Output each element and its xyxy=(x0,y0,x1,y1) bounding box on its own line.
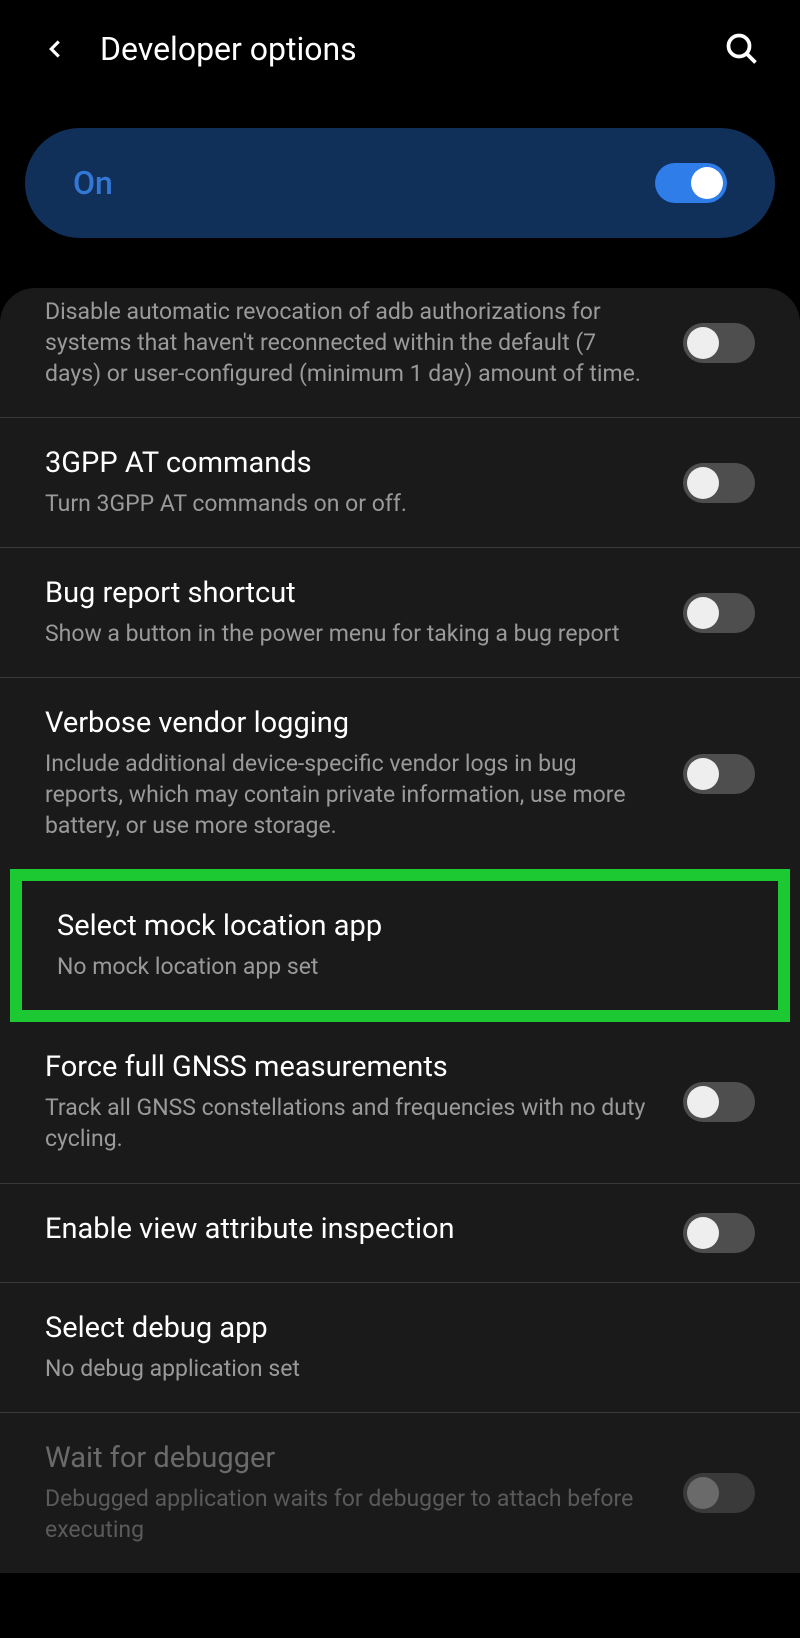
setting-3gpp-at[interactable]: 3GPP AT commands Turn 3GPP AT commands o… xyxy=(0,418,800,548)
setting-view-attribute[interactable]: Enable view attribute inspection xyxy=(0,1184,800,1283)
setting-subtitle: Debugged application waits for debugger … xyxy=(45,1483,653,1545)
toggle-switch xyxy=(683,1473,755,1513)
setting-subtitle: Turn 3GPP AT commands on or off. xyxy=(45,488,653,519)
main-toggle-switch[interactable] xyxy=(655,163,727,203)
setting-text: Wait for debugger Debugged application w… xyxy=(45,1441,653,1545)
toggle-thumb xyxy=(687,758,719,790)
setting-text: Disable automatic revocation of adb auth… xyxy=(45,296,653,389)
setting-title: Select mock location app xyxy=(57,909,743,943)
setting-subtitle: Track all GNSS constellations and freque… xyxy=(45,1092,653,1154)
search-icon xyxy=(724,31,760,67)
highlight-box: Select mock location app No mock locatio… xyxy=(10,869,790,1022)
setting-mock-location[interactable]: Select mock location app No mock locatio… xyxy=(22,881,778,1010)
setting-title: Force full GNSS measurements xyxy=(45,1050,653,1084)
toggle-thumb xyxy=(687,327,719,359)
settings-list: Disable automatic revocation of adb auth… xyxy=(0,288,800,1573)
setting-text: Enable view attribute inspection xyxy=(45,1212,653,1254)
setting-force-gnss[interactable]: Force full GNSS measurements Track all G… xyxy=(0,1022,800,1183)
setting-title: Enable view attribute inspection xyxy=(45,1212,653,1246)
setting-subtitle: Disable automatic revocation of adb auth… xyxy=(45,296,653,389)
main-toggle-label: On xyxy=(73,164,113,202)
toggle-switch[interactable] xyxy=(683,323,755,363)
toggle-thumb xyxy=(687,597,719,629)
toggle-thumb xyxy=(687,1086,719,1118)
toggle-switch[interactable] xyxy=(683,463,755,503)
header: Developer options xyxy=(0,0,800,98)
toggle-switch[interactable] xyxy=(683,754,755,794)
setting-adb-revocation[interactable]: Disable automatic revocation of adb auth… xyxy=(0,288,800,418)
setting-title: Wait for debugger xyxy=(45,1441,653,1475)
chevron-left-icon xyxy=(40,34,70,64)
search-button[interactable] xyxy=(724,31,760,67)
setting-title: Select debug app xyxy=(45,1311,755,1345)
setting-text: 3GPP AT commands Turn 3GPP AT commands o… xyxy=(45,446,653,519)
setting-select-debug[interactable]: Select debug app No debug application se… xyxy=(0,1283,800,1413)
setting-subtitle: No mock location app set xyxy=(57,951,743,982)
toggle-switch[interactable] xyxy=(683,593,755,633)
setting-subtitle: No debug application set xyxy=(45,1353,755,1384)
setting-subtitle: Include additional device-specific vendo… xyxy=(45,748,653,841)
toggle-thumb xyxy=(687,467,719,499)
setting-title: Verbose vendor logging xyxy=(45,706,653,740)
page-title: Developer options xyxy=(100,30,694,68)
setting-title: 3GPP AT commands xyxy=(45,446,653,480)
toggle-switch[interactable] xyxy=(683,1213,755,1253)
setting-text: Select debug app No debug application se… xyxy=(45,1311,755,1384)
setting-bug-report-shortcut[interactable]: Bug report shortcut Show a button in the… xyxy=(0,548,800,678)
setting-text: Bug report shortcut Show a button in the… xyxy=(45,576,653,649)
setting-text: Force full GNSS measurements Track all G… xyxy=(45,1050,653,1154)
setting-text: Select mock location app No mock locatio… xyxy=(57,909,743,982)
toggle-thumb xyxy=(687,1477,719,1509)
setting-subtitle: Show a button in the power menu for taki… xyxy=(45,618,653,649)
main-developer-toggle[interactable]: On xyxy=(25,128,775,238)
toggle-switch[interactable] xyxy=(683,1082,755,1122)
toggle-thumb xyxy=(691,167,723,199)
back-button[interactable] xyxy=(40,34,70,64)
setting-verbose-vendor[interactable]: Verbose vendor logging Include additiona… xyxy=(0,678,800,869)
setting-text: Verbose vendor logging Include additiona… xyxy=(45,706,653,841)
setting-title: Bug report shortcut xyxy=(45,576,653,610)
setting-wait-debugger: Wait for debugger Debugged application w… xyxy=(0,1413,800,1573)
toggle-thumb xyxy=(687,1217,719,1249)
